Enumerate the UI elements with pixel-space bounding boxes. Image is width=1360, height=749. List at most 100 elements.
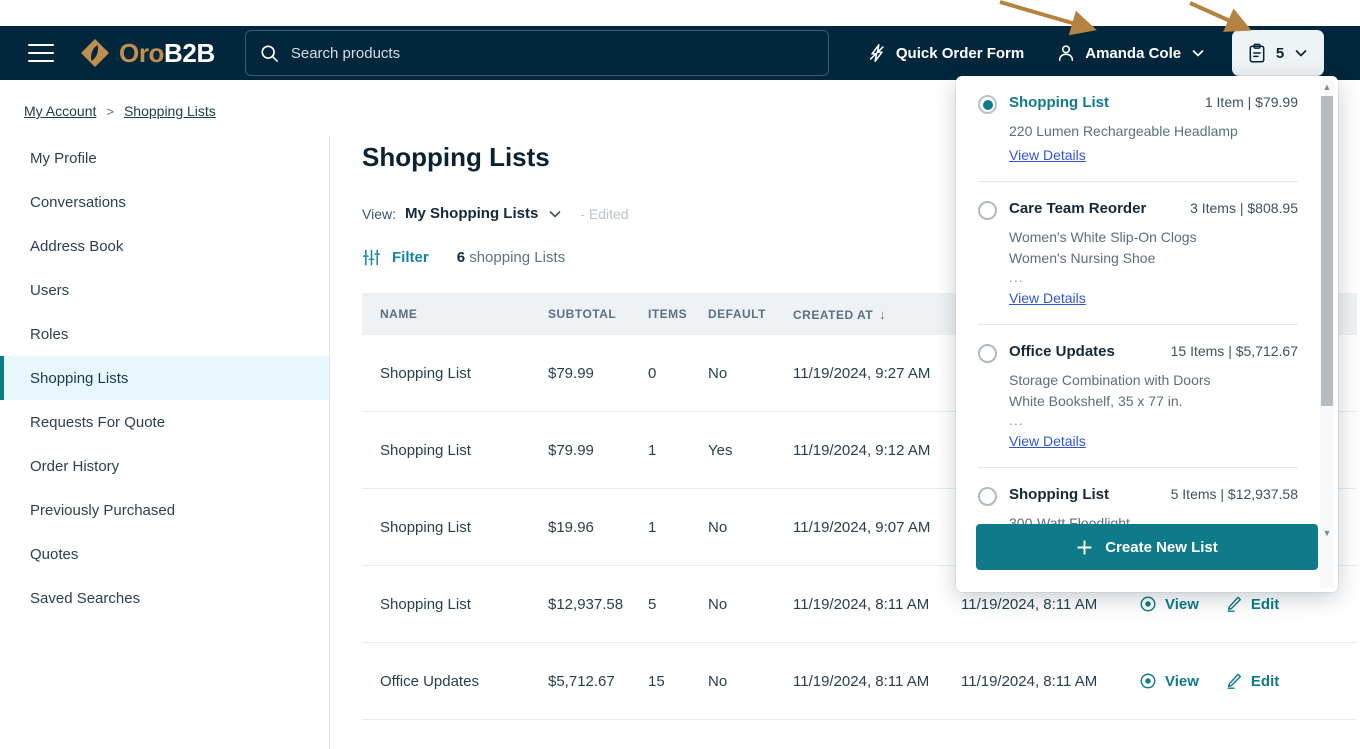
- create-new-list-button[interactable]: Create New List: [976, 524, 1318, 570]
- edit-action-button[interactable]: Edit: [1225, 595, 1279, 613]
- breadcrumb-item-shopping-lists[interactable]: Shopping Lists: [124, 103, 216, 119]
- cell-default: No: [708, 596, 793, 613]
- view-action-label: View: [1165, 673, 1199, 690]
- user-menu-button[interactable]: Amanda Cole: [1056, 43, 1206, 63]
- list-item-header: Shopping List 5 Items | $12,937.58: [978, 486, 1298, 506]
- list-item-title[interactable]: Shopping List: [1009, 486, 1171, 503]
- lightning-bolt-icon: [867, 43, 887, 63]
- list-item-product: Women's White Slip-On Clogs: [1009, 227, 1298, 248]
- cell-created: 11/19/2024, 9:12 AM: [793, 442, 961, 459]
- oro-diamond-logo-icon: [80, 38, 110, 68]
- cell-subtotal: $19.96: [548, 519, 648, 536]
- view-details-link[interactable]: View Details: [1009, 290, 1086, 306]
- column-header-subtotal[interactable]: SUBTOTAL: [548, 307, 648, 321]
- quick-order-form-button[interactable]: Quick Order Form: [867, 43, 1024, 63]
- list-item[interactable]: Care Team Reorder 3 Items | $808.95 Wome…: [978, 182, 1298, 325]
- result-count-unit: shopping Lists: [469, 249, 565, 266]
- list-item-products: Storage Combination with Doors White Boo…: [1009, 370, 1298, 428]
- sidebar-item-my-profile[interactable]: My Profile: [0, 136, 329, 180]
- arrow-to-user-menu: [1000, 2, 1093, 29]
- cell-name[interactable]: Shopping List: [362, 519, 548, 536]
- dropdown-scrollbar[interactable]: ▲ ▼: [1320, 80, 1334, 588]
- breadcrumb: My Account > Shopping Lists: [24, 103, 216, 119]
- view-action-button[interactable]: View: [1139, 672, 1199, 690]
- search-input[interactable]: Search products: [245, 30, 829, 76]
- edit-action-button[interactable]: Edit: [1225, 672, 1279, 690]
- column-header-created-at-label: CREATED AT: [793, 308, 873, 322]
- view-details-link[interactable]: View Details: [1009, 433, 1086, 449]
- caret-down-icon[interactable]: ▼: [1320, 526, 1334, 540]
- cell-name[interactable]: Shopping List: [362, 442, 548, 459]
- list-item-header: Office Updates 15 Items | $5,712.67: [978, 343, 1298, 363]
- quick-order-form-label: Quick Order Form: [896, 45, 1024, 62]
- view-selected-value[interactable]: My Shopping Lists: [405, 205, 538, 222]
- chevron-down-icon: [1190, 45, 1206, 61]
- shopping-list-scroll-area[interactable]: Shopping List 1 Item | $79.99 220 Lumen …: [956, 76, 1320, 532]
- cell-updated: 11/19/2024, 8:11 AM: [961, 673, 1139, 690]
- column-header-items[interactable]: ITEMS: [648, 307, 708, 321]
- oro-b2b-logo[interactable]: OroB2B: [80, 38, 215, 69]
- column-header-name[interactable]: NAME: [362, 307, 548, 321]
- logo-text-oro: Oro: [119, 38, 164, 68]
- list-item-radio[interactable]: [978, 487, 997, 506]
- cell-created: 11/19/2024, 8:11 AM: [793, 596, 961, 613]
- sidebar-item-quotes[interactable]: Quotes: [0, 532, 329, 576]
- sidebar-item-previously-purchased[interactable]: Previously Purchased: [0, 488, 329, 532]
- view-action-button[interactable]: View: [1139, 595, 1199, 613]
- list-item-more-indicator: ...: [1009, 269, 1298, 285]
- sidebar-item-order-history[interactable]: Order History: [0, 444, 329, 488]
- filter-button[interactable]: Filter: [362, 248, 429, 267]
- view-details-link[interactable]: View Details: [1009, 147, 1086, 163]
- filter-label: Filter: [392, 249, 429, 266]
- list-item-products: 220 Lumen Rechargeable Headlamp: [1009, 121, 1298, 142]
- list-item-radio[interactable]: [978, 201, 997, 220]
- shopping-list-dropdown-button[interactable]: 5: [1232, 30, 1324, 76]
- view-edited-badge: - Edited: [580, 206, 628, 222]
- list-item[interactable]: Office Updates 15 Items | $5,712.67 Stor…: [978, 325, 1298, 468]
- arrow-down-icon: ↓: [879, 307, 886, 322]
- list-item-product: Storage Combination with Doors: [1009, 370, 1298, 391]
- sidebar-item-roles[interactable]: Roles: [0, 312, 329, 356]
- cell-name[interactable]: Shopping List: [362, 596, 548, 613]
- cell-subtotal: $79.99: [548, 365, 648, 382]
- hamburger-menu-icon[interactable]: [28, 44, 54, 62]
- cell-subtotal: $12,937.58: [548, 596, 648, 613]
- chevron-down-icon[interactable]: [547, 206, 563, 222]
- list-item-radio[interactable]: [978, 95, 997, 114]
- list-item[interactable]: Shopping List 1 Item | $79.99 220 Lumen …: [978, 76, 1298, 182]
- list-item-title[interactable]: Office Updates: [1009, 343, 1171, 360]
- caret-up-icon[interactable]: ▲: [1320, 80, 1334, 94]
- sidebar-item-shopping-lists[interactable]: Shopping Lists: [0, 356, 329, 400]
- pencil-icon: [1225, 595, 1243, 613]
- eye-icon: [1139, 672, 1157, 690]
- cell-items: 15: [648, 673, 708, 690]
- user-menu-label: Amanda Cole: [1085, 45, 1181, 62]
- shopping-list-dropdown-panel: Shopping List 1 Item | $79.99 220 Lumen …: [956, 76, 1338, 592]
- sidebar-item-label: Conversations: [30, 194, 126, 211]
- sidebar-item-label: Order History: [30, 458, 119, 475]
- sidebar-item-saved-searches[interactable]: Saved Searches: [0, 576, 329, 620]
- list-item-title[interactable]: Shopping List: [1009, 94, 1205, 111]
- sidebar-item-conversations[interactable]: Conversations: [0, 180, 329, 224]
- sidebar-item-users[interactable]: Users: [0, 268, 329, 312]
- list-item-meta: 15 Items | $5,712.67: [1171, 343, 1298, 359]
- list-item-title[interactable]: Care Team Reorder: [1009, 200, 1190, 217]
- list-item[interactable]: Shopping List 5 Items | $12,937.58 300-W…: [978, 468, 1298, 532]
- account-sidebar-nav: My Profile Conversations Address Book Us…: [0, 136, 330, 749]
- sidebar-item-requests-for-quote[interactable]: Requests For Quote: [0, 400, 329, 444]
- cell-name[interactable]: Office Updates: [362, 673, 548, 690]
- column-header-created-at[interactable]: CREATED AT ↓: [793, 307, 961, 322]
- edit-action-label: Edit: [1251, 673, 1279, 690]
- column-header-default[interactable]: DEFAULT: [708, 307, 793, 321]
- list-item-meta: 5 Items | $12,937.58: [1171, 486, 1298, 502]
- sidebar-item-address-book[interactable]: Address Book: [0, 224, 329, 268]
- cell-items: 5: [648, 596, 708, 613]
- list-item-radio[interactable]: [978, 344, 997, 363]
- logo-text-b2b: B2B: [164, 38, 215, 68]
- breadcrumb-item-my-account[interactable]: My Account: [24, 103, 96, 119]
- cell-name[interactable]: Shopping List: [362, 365, 548, 382]
- table-row[interactable]: Office Updates $5,712.67 15 No 11/19/202…: [362, 643, 1357, 720]
- sidebar-item-label: Saved Searches: [30, 590, 140, 607]
- cell-default: Yes: [708, 442, 793, 459]
- scrollbar-thumb[interactable]: [1321, 96, 1333, 406]
